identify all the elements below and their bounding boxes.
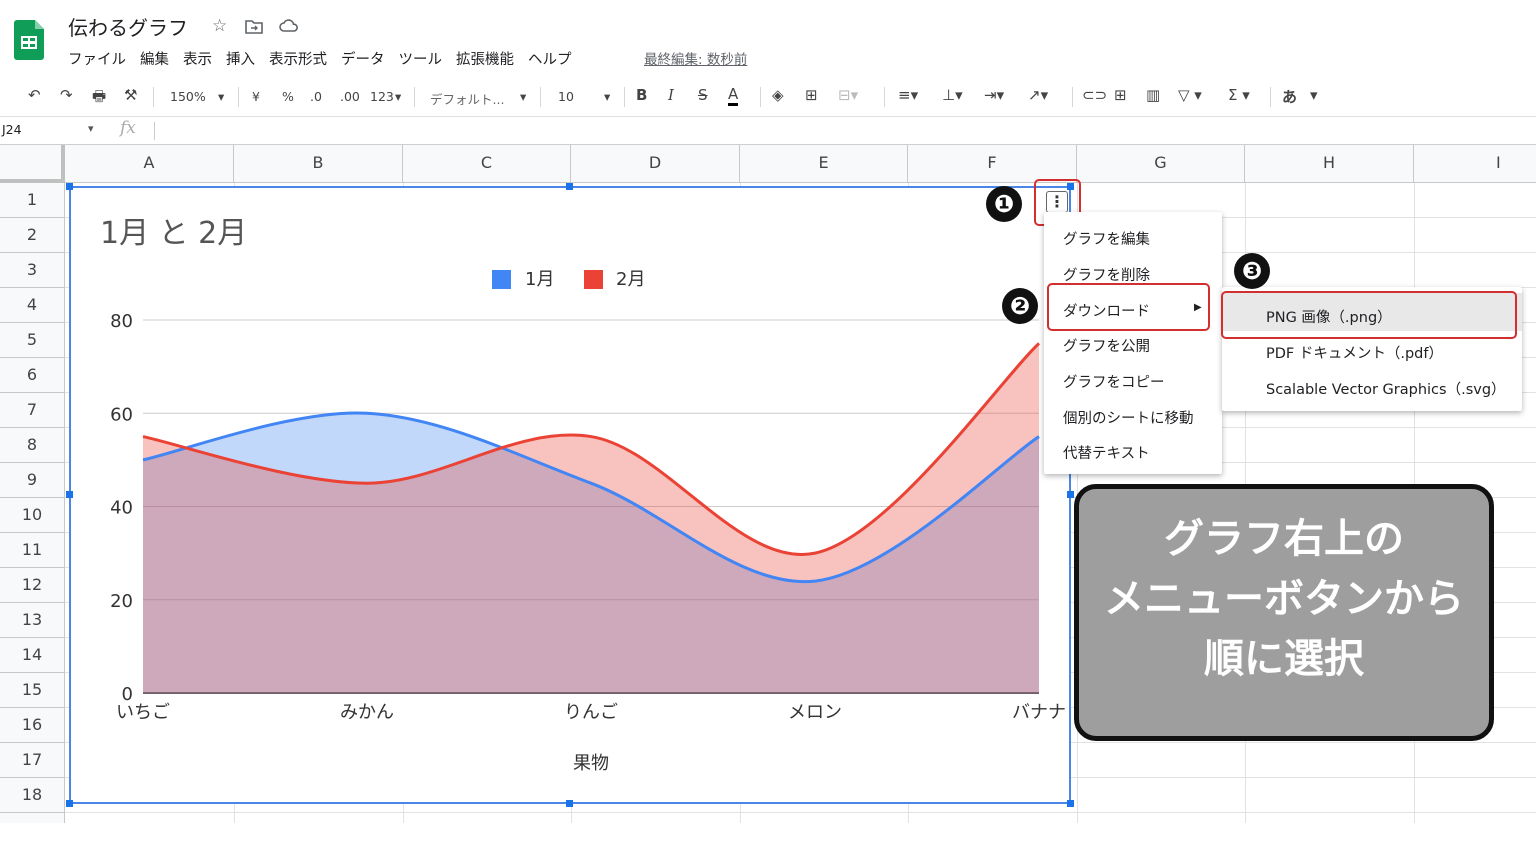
x-tick-label: みかん (340, 702, 394, 723)
y-tick-label: 80 (110, 311, 133, 332)
menu-item-delete-chart[interactable]: グラフを削除 (1063, 264, 1150, 285)
chart-title[interactable]: 1月 と 2月 (100, 216, 247, 251)
menu-item-edit-chart[interactable]: グラフを編集 (1063, 228, 1150, 249)
download-svg-option[interactable]: Scalable Vector Graphics（.svg） (1266, 378, 1506, 399)
step-badge-3: ❸ (1234, 253, 1270, 289)
highlight-png-option (1221, 291, 1517, 339)
callout-line-2: メニューボタンから (1104, 576, 1464, 622)
x-tick-label: りんご (564, 702, 618, 723)
legend-swatch-jan (492, 270, 511, 289)
x-axis-title: 果物 (573, 753, 609, 774)
x-tick-label: バナナ (1012, 702, 1066, 723)
series-area-2 (143, 343, 1039, 693)
legend-swatch-feb (584, 270, 603, 289)
callout-line-3: 順に選択 (1204, 636, 1364, 682)
menu-item-copy-chart[interactable]: グラフをコピー (1063, 371, 1165, 392)
x-tick-label: いちご (116, 702, 170, 723)
instruction-callout: グラフ右上の メニューボタンから 順に選択 (1074, 484, 1494, 741)
y-tick-label: 60 (110, 404, 133, 425)
step-badge-2: ❷ (1002, 288, 1038, 324)
menu-item-move-to-own-sheet[interactable]: 個別のシートに移動 (1063, 407, 1194, 428)
callout-line-1: グラフ右上の (1164, 516, 1404, 562)
chart-context-menu: グラフを編集 グラフを削除 ダウンロード ▶ グラフを公開 グラフをコピー 個別… (1044, 212, 1222, 474)
menu-item-publish-chart[interactable]: グラフを公開 (1063, 335, 1150, 356)
legend-label-jan[interactable]: 1月 (525, 269, 554, 290)
download-pdf-option[interactable]: PDF ドキュメント（.pdf） (1266, 342, 1443, 363)
step-badge-1: ❶ (986, 186, 1022, 222)
y-tick-label: 20 (110, 591, 133, 612)
x-tick-label: メロン (788, 702, 842, 723)
legend-label-feb[interactable]: 2月 (616, 269, 645, 290)
highlight-download-item (1047, 283, 1210, 331)
menu-item-alt-text[interactable]: 代替テキスト (1063, 442, 1150, 463)
y-tick-label: 40 (110, 498, 133, 519)
